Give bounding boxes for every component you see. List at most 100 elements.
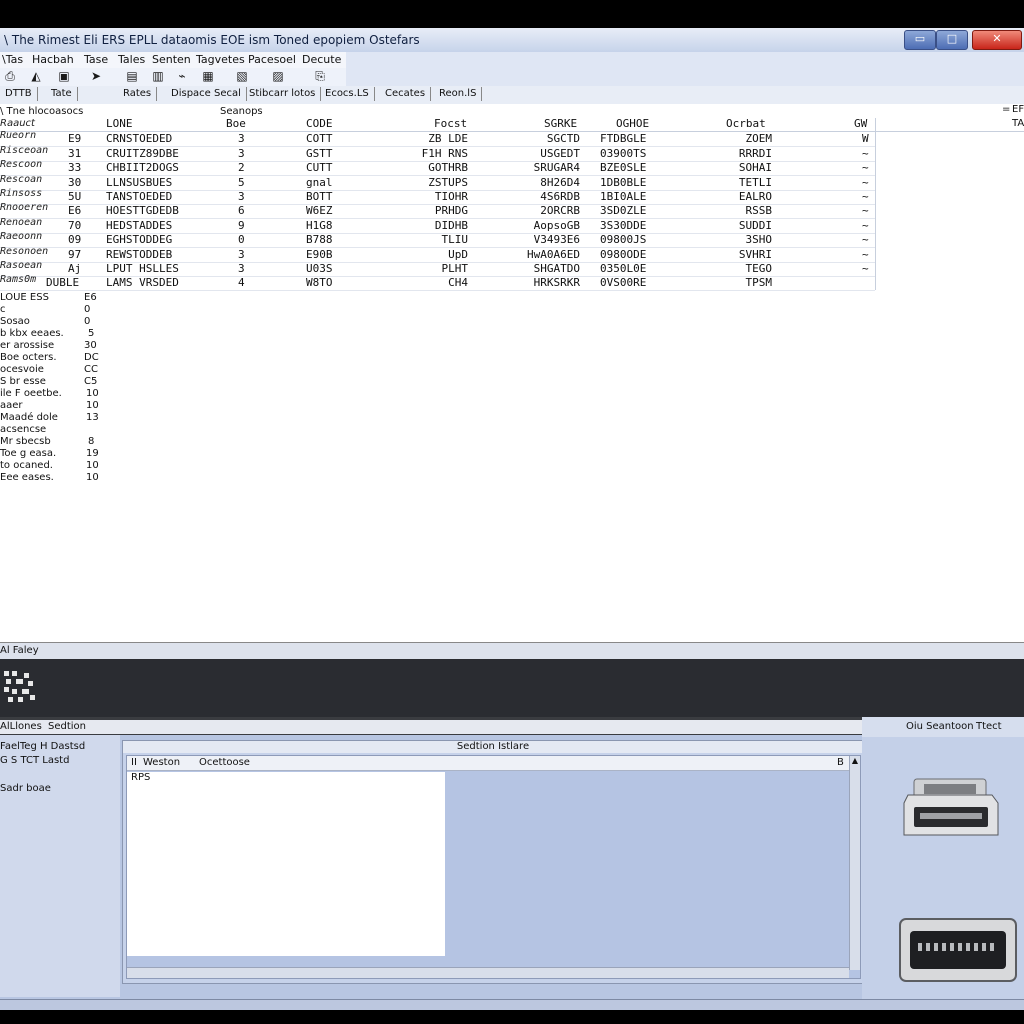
column-header[interactable]: SGRKE — [544, 117, 577, 130]
menu-item[interactable]: Hacbah — [32, 53, 74, 66]
status-text: Al Faley — [0, 645, 39, 656]
summary-value: 30 — [84, 340, 97, 351]
tab-cecates[interactable]: Cecates — [380, 87, 432, 101]
row-count: 09 — [68, 233, 82, 246]
summary-value: 5 — [88, 328, 95, 339]
cell-s: USGEDT — [540, 147, 580, 160]
image-icon[interactable]: ▣ — [56, 69, 72, 83]
column-header[interactable]: CODE — [306, 117, 333, 130]
table-row[interactable]: Rescoan 30 LLNSUSBUES 5 gnal ZSTUPS 8H26… — [0, 174, 875, 191]
vertical-scrollbar[interactable]: ▲ — [849, 756, 860, 970]
row-label: Raeoonn — [0, 231, 43, 242]
summary-label: Eee eases. — [0, 472, 54, 483]
cell-f: CH4 — [448, 276, 468, 289]
lower-title: Sedtion — [48, 721, 87, 732]
tab-dispace[interactable]: Dispace Secal — [166, 87, 247, 101]
chart-icon[interactable]: ▦ — [200, 69, 216, 83]
column-header[interactable]: OGHOE — [616, 117, 649, 130]
cell-boe: 9 — [238, 219, 245, 232]
tab-ecocs[interactable]: Ecocs.LS — [320, 87, 375, 101]
graph2-icon[interactable]: ▨ — [270, 69, 286, 83]
cell-code: TANSTOEDED — [106, 190, 173, 203]
lower-title: AlLlones — [0, 721, 42, 732]
table-row[interactable]: Renoean 70 HEDSTADDES 9 H1G8 DIDHB Aopso… — [0, 217, 875, 234]
table-row[interactable]: Rasoean Aj LPUT HSLLES 3 U03S PLHT SHGAT… — [0, 260, 875, 277]
cell-code: EGHSTODDEG — [106, 233, 173, 246]
cell-code: LAMS VRSDED — [106, 276, 179, 289]
close-button[interactable]: ✕ — [972, 30, 1022, 50]
column-header[interactable]: Boe — [226, 117, 246, 130]
tab-reon[interactable]: Reon.lS — [434, 87, 483, 101]
table-row[interactable]: Rinsoss 5U TANSTOEDED 3 BOTT TIOHR 4S6RD… — [0, 188, 875, 205]
tab-rates[interactable]: Rates — [118, 87, 158, 101]
row-count: Aj — [68, 262, 82, 275]
printer-icon[interactable]: ⎘ — [312, 69, 328, 83]
lower-header-strip: AlLlones Sedtion — [0, 720, 862, 734]
panel-line: G S TCT Lastd — [0, 755, 70, 766]
cell-f: PRHDG — [434, 204, 468, 217]
cell-d: TEGO — [745, 262, 773, 275]
menu-item[interactable]: \Tas — [2, 53, 23, 66]
scan-icon[interactable]: ▥ — [150, 69, 166, 83]
inner-header-col[interactable]: Ocettoose — [199, 757, 250, 768]
cell-code: CHBIIT2DOGS — [106, 161, 179, 174]
column-header[interactable]: GW — [854, 117, 867, 130]
table-row[interactable]: Risceoan 31 CRUITZ89DBE 3 GSTT F1H RNS U… — [0, 145, 875, 162]
menu-item[interactable]: Decute — [302, 53, 341, 66]
cell-c: W8TO — [306, 276, 333, 289]
column-header[interactable]: Focst — [434, 117, 467, 130]
cell-s: SGCTD — [546, 132, 580, 145]
cell-d: ZOEM — [745, 132, 773, 145]
close-icon: ✕ — [992, 32, 1002, 45]
scan2-icon[interactable]: ▧ — [234, 69, 250, 83]
menu-item[interactable]: Pacesoel — [248, 53, 296, 66]
lower-left-panel: FaelTeg H Dastsd G S TCT Lastd Sadr boae — [0, 735, 120, 997]
graph-icon[interactable]: ⌁ — [174, 69, 190, 83]
menu-item[interactable]: Senten — [152, 53, 191, 66]
inner-content[interactable]: RPS — [127, 772, 445, 956]
summary-label: er arossise — [0, 340, 55, 351]
right-header-label: Oiu Seantoon — [906, 721, 974, 732]
table-row[interactable]: Rnooeren E6 HOESTTGDEDB 6 W6EZ PRHDG 2OR… — [0, 202, 875, 219]
table-row[interactable]: Raeoonn 09 EGHSTODDEG 0 B788 TLIU V3493E… — [0, 231, 875, 248]
column-header[interactable]: LONE — [106, 117, 133, 130]
scroll-up-icon[interactable]: ▲ — [850, 756, 860, 765]
window-title: \ The Rimest Eli ERS EPLL dataomis EOE i… — [4, 33, 420, 47]
tab-stibcarr[interactable]: Stibcarr lotos — [244, 87, 322, 101]
row-count: E9 — [68, 132, 82, 145]
row-count: 31 — [68, 147, 82, 160]
print-icon[interactable]: ⎙ — [2, 69, 18, 83]
cell-d: SVHRI — [738, 248, 772, 261]
cell-code: REWSTODDEB — [106, 248, 173, 261]
main-grid: \ Tne hlocoasocs Seanops = EF TA Raauct … — [0, 104, 1024, 642]
title-bar[interactable]: \ The Rimest Eli ERS EPLL dataomis EOE i… — [0, 28, 1024, 53]
arrow-icon[interactable]: ➤ — [88, 69, 104, 83]
panel-inner: II Weston Ocettoose B RPS ▲ — [126, 755, 861, 979]
summary-label: S br esse — [0, 376, 46, 387]
inner-header-col[interactable]: B — [837, 757, 844, 768]
menu-item[interactable]: Tagvetes — [196, 53, 245, 66]
cell-boe: 2 — [238, 161, 245, 174]
minimize-button[interactable]: ▭ — [904, 30, 936, 50]
table-row[interactable]: Rueorn E9 CRNSTOEDED 3 COTT ZB LDE SGCTD… — [0, 130, 875, 147]
table-row[interactable]: Rescoon 33 CHBIIT2DOGS 2 CUTT GOTHRB SRU… — [0, 159, 875, 176]
pointer-icon[interactable]: ◭ — [28, 69, 44, 83]
table-row[interactable]: Rams0m DUBLE LAMS VRSDED 4 W8TO CH4 HRKS… — [0, 274, 875, 291]
tab-dttb[interactable]: DTTB — [0, 87, 38, 101]
inner-header-col[interactable]: Weston — [143, 757, 180, 768]
panel-line: Sadr boae — [0, 783, 51, 794]
inner-header-col[interactable]: II — [131, 757, 137, 768]
tab-tate[interactable]: Tate — [46, 87, 78, 101]
dark-strip — [0, 659, 1024, 717]
cell-w: ~ — [862, 219, 869, 232]
horizontal-scrollbar[interactable] — [127, 967, 849, 978]
column-header[interactable]: Ocrbat — [726, 117, 766, 130]
menu-item[interactable]: Tase — [84, 53, 108, 66]
table-row[interactable]: Resonoen 97 REWSTODDEB 3 E90B UpD HwA0A6… — [0, 246, 875, 263]
maximize-button[interactable]: □ — [936, 30, 968, 50]
toolbar: ⎙ ◭ ▣ ➤ ▤ ▥ ⌁ ▦ ▧ ▨ ⎘ — [0, 68, 1024, 87]
screen-icon[interactable]: ▤ — [124, 69, 140, 83]
summary-value: 10 — [86, 460, 99, 471]
menu-item[interactable]: Tales — [118, 53, 145, 66]
cell-d: SOHAI — [738, 161, 772, 174]
